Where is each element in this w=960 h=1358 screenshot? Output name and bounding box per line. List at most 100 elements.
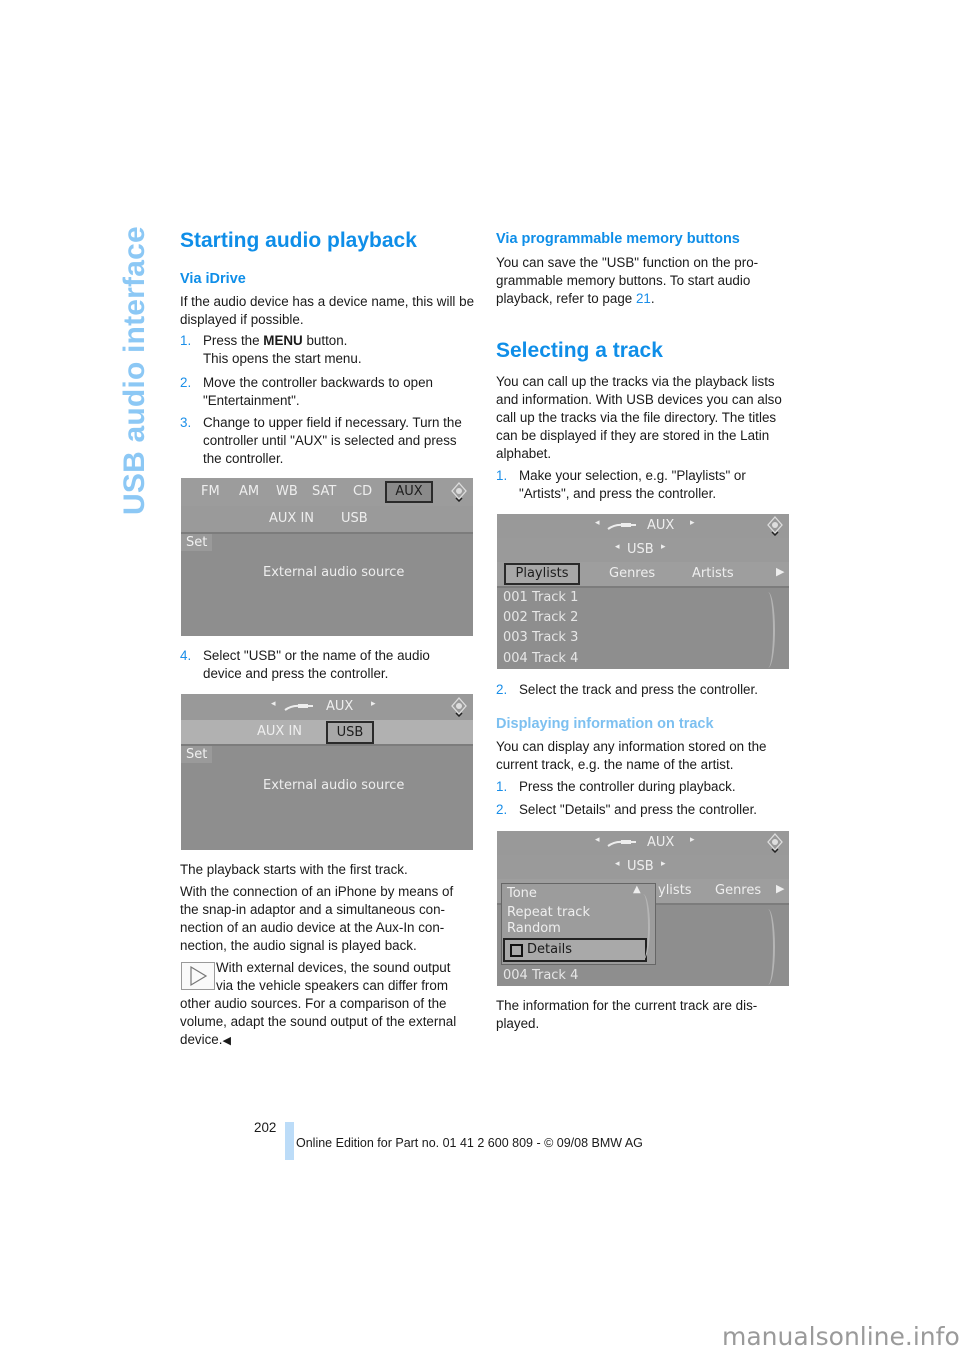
tab-wb[interactable]: WB	[276, 484, 298, 499]
aux-cable-icon	[284, 704, 313, 711]
displaying-info-paragraph: You can display any information stored o…	[496, 739, 767, 772]
subtab-usb-selected[interactable]: USB	[326, 721, 374, 744]
intro-paragraph: If the audio device has a device name, t…	[180, 294, 475, 327]
set-button[interactable]: Set	[181, 534, 213, 551]
controller-icon	[767, 833, 783, 853]
header-bar: ◂ AUX ▸	[497, 514, 789, 540]
memory-buttons-paragraph: You can save the "USB" function on the p…	[496, 254, 776, 308]
header-title: AUX	[647, 518, 675, 533]
step-text: button.	[302, 333, 348, 348]
step-text: Make your selection, e.g. "Playlists" or…	[519, 468, 746, 501]
step-2: 2. Move the controller backwards to open…	[180, 374, 480, 410]
header-bar: ◂ AUX ▸	[181, 694, 473, 722]
source-bar: ◂ USB ▸	[497, 538, 789, 564]
tab-playlists[interactable]: ylists	[658, 883, 692, 898]
popup-scrollbar[interactable]	[636, 894, 650, 960]
popup-item-random[interactable]: Random	[507, 921, 561, 936]
selecting-track-intro: You can call up the tracks via the playb…	[496, 374, 782, 461]
tab-fm[interactable]: FM	[201, 484, 220, 499]
step-number: 4.	[180, 648, 192, 663]
tab-artists[interactable]: Artists	[692, 566, 734, 581]
step-number: 2.	[496, 682, 508, 697]
step-text: Press the	[203, 333, 264, 348]
nav-left-arrow[interactable]: ◂	[615, 542, 620, 552]
step-number: 1.	[180, 333, 192, 348]
aux-cable-icon	[607, 523, 636, 530]
popup-item-repeat-track[interactable]: Repeat track	[507, 905, 590, 920]
tab-sat[interactable]: SAT	[312, 484, 336, 499]
controller-icon	[451, 482, 467, 502]
nav-right-arrow[interactable]: ▸	[690, 518, 695, 528]
idrive-screen-details-menu: ◂ AUX ▸ ◂ USB ▸ ylists Genres ▶ 004 Trac…	[497, 831, 789, 986]
page-link-21[interactable]: 21	[636, 291, 651, 306]
idrive-screen-source-select: FM AM WB SAT CD AUX AUX IN USB Set Exter…	[181, 478, 473, 636]
idrive-screen-aux-usb: ◂ AUX ▸ AUX IN USB Set External audio so…	[181, 694, 473, 850]
menu-button-label: MENU	[263, 333, 303, 348]
track-step-1: 1. Make your selection, e.g. "Playlists"…	[496, 467, 796, 503]
track-item[interactable]: 002 Track 2	[503, 610, 578, 625]
step-number: 3.	[180, 415, 192, 430]
heading-selecting-a-track: Selecting a track	[496, 339, 663, 362]
source-bar: ◂ USB ▸	[497, 855, 789, 881]
aux-cable-icon	[607, 840, 636, 847]
track-item[interactable]: 003 Track 3	[503, 630, 578, 645]
paragraph-playback-start: The playback starts with the first track…	[180, 862, 408, 877]
tab-genres[interactable]: Genres	[715, 883, 761, 898]
scrollbar[interactable]	[761, 909, 775, 985]
note-line-1: With external devices, the sound output	[216, 960, 451, 975]
footer-accent-bar	[285, 1122, 294, 1160]
track-item[interactable]: 001 Track 1	[503, 590, 578, 605]
tab-genres[interactable]: Genres	[609, 566, 655, 581]
more-tabs-arrow-icon[interactable]: ▶	[776, 565, 784, 578]
edition-footer: Online Edition for Part no. 01 41 2 600 …	[296, 1136, 643, 1150]
tab-am[interactable]: AM	[239, 484, 259, 499]
tab-aux-selected[interactable]: AUX	[385, 481, 433, 503]
note-body: other audio sources. For a comparison of…	[180, 995, 475, 1050]
screen-body-text: External audio source	[263, 778, 405, 793]
paragraph-text: You can save the "USB" function on the p…	[496, 255, 759, 306]
nav-right-arrow[interactable]: ▸	[690, 835, 695, 845]
source-label: USB	[627, 542, 654, 557]
tab-playlists-selected[interactable]: Playlists	[504, 563, 580, 585]
tab-cd[interactable]: CD	[353, 484, 372, 499]
track-step-2: 2. Select the track and press the contro…	[496, 681, 796, 699]
page-number: 202	[254, 1120, 277, 1135]
nav-left-arrow[interactable]: ◂	[271, 699, 276, 709]
note-line-2: via the vehicle speakers can differ from	[216, 978, 448, 993]
nav-left-arrow[interactable]: ◂	[595, 835, 600, 845]
nav-right-arrow[interactable]: ▸	[661, 542, 666, 552]
nav-right-arrow[interactable]: ▸	[661, 859, 666, 869]
paragraph-text: .	[650, 291, 655, 306]
set-button[interactable]: Set	[181, 746, 213, 763]
subtab-aux-in[interactable]: AUX IN	[257, 724, 302, 739]
popup-item-tone[interactable]: Tone	[507, 886, 537, 901]
idrive-screen-track-list: ◂ AUX ▸ ◂ USB ▸ Playlists Genres Artists…	[497, 514, 789, 669]
category-tab-bar: Playlists Genres Artists ▶	[497, 562, 789, 588]
step-text: Change to upper field if necessary. Turn…	[203, 415, 462, 466]
step-text: Press the controller during playback.	[519, 779, 736, 794]
end-marker: ◀	[222, 1035, 231, 1047]
step-number: 1.	[496, 468, 508, 483]
step-text: Select "Details" and press the controlle…	[519, 802, 758, 817]
nav-left-arrow[interactable]: ◂	[595, 518, 600, 528]
step-text: Move the controller backwards to open "E…	[203, 375, 433, 408]
source-label: USB	[627, 859, 654, 874]
nav-right-arrow[interactable]: ▸	[371, 699, 376, 709]
popup-item-details-selected[interactable]: Details	[503, 938, 647, 962]
header-title: AUX	[326, 699, 354, 714]
track-item[interactable]: 004 Track 4	[503, 968, 578, 983]
sub-tab-bar: AUX IN USB	[181, 720, 473, 746]
screen-body-text: External audio source	[263, 565, 405, 580]
step-number: 2.	[496, 802, 508, 817]
subheading-memory-buttons: Via programmable memory buttons	[496, 231, 740, 247]
watermark: manualsonline.info	[722, 1322, 960, 1351]
track-item[interactable]: 004 Track 4	[503, 651, 578, 666]
scrollbar[interactable]	[761, 592, 775, 668]
nav-left-arrow[interactable]: ◂	[615, 859, 620, 869]
details-label: Details	[527, 942, 573, 957]
info-step-2: 2. Select "Details" and press the contro…	[496, 801, 796, 819]
subtab-usb[interactable]: USB	[341, 511, 368, 526]
subtab-aux-in[interactable]: AUX IN	[269, 511, 314, 526]
more-tabs-arrow-icon[interactable]: ▶	[776, 882, 784, 895]
section-sidebar-title: USB audio interface	[118, 226, 151, 515]
